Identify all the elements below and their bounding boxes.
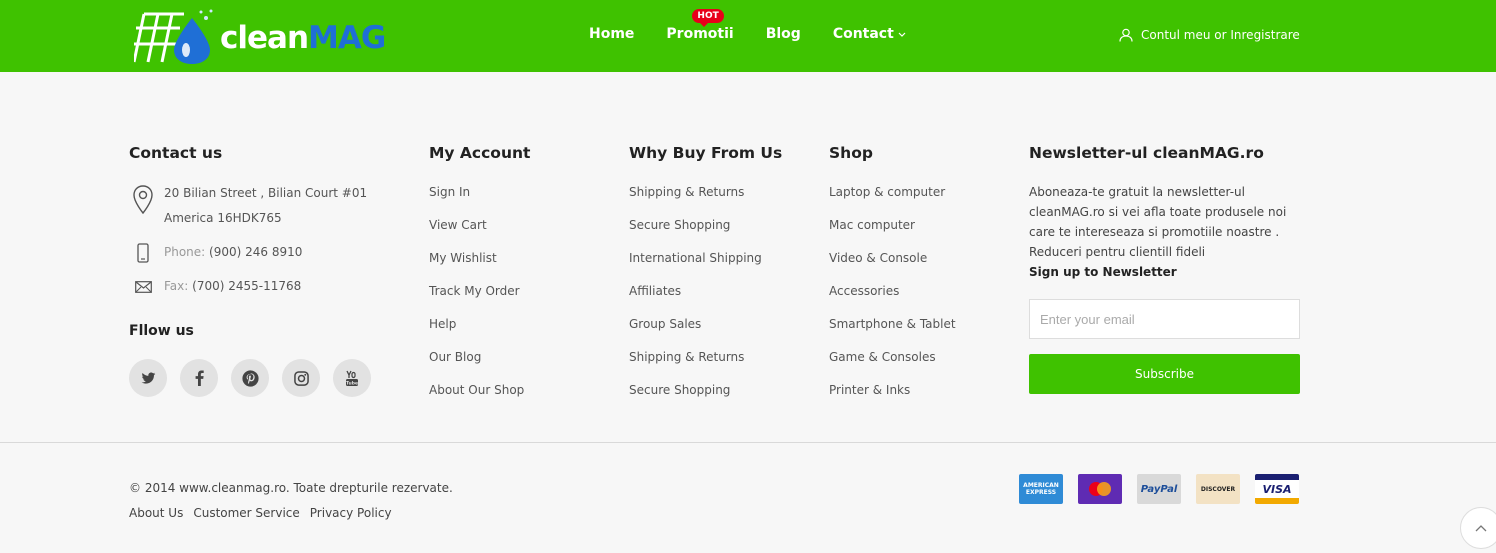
why-buy-links: Shipping & Returns Secure Shopping Inter… — [629, 185, 782, 416]
phone-number: (900) 246 8910 — [209, 245, 303, 259]
amex-line2: EXPRESS — [1025, 489, 1057, 496]
my-account-links: Sign In View Cart My Wishlist Track My O… — [429, 185, 530, 416]
link-mac-computer[interactable]: Mac computer — [829, 218, 956, 251]
newsletter-description: Aboneaza-te gratuit la newsletter-ul cle… — [1029, 182, 1301, 282]
nav-blog-label: Blog — [765, 26, 801, 42]
link-view-cart[interactable]: View Cart — [429, 218, 530, 251]
envelope-icon — [129, 274, 164, 293]
link-printer-inks[interactable]: Printer & Inks — [829, 383, 956, 416]
paypal-icon: PayPal — [1137, 474, 1181, 504]
nav-contact-label: Contact — [832, 26, 894, 42]
my-account-title: My Account — [429, 144, 531, 162]
paypal-label: PayPal — [1140, 483, 1178, 495]
chevron-up-icon — [1475, 525, 1487, 532]
mastercard-icon — [1078, 474, 1122, 504]
link-international-shipping[interactable]: International Shipping — [629, 251, 782, 284]
link-laptop-computer[interactable]: Laptop & computer — [829, 185, 956, 218]
newsletter-column: Newsletter-ul cleanMAG.ro Aboneaza-te gr… — [1029, 144, 1301, 282]
fax-label: Fax: — [164, 279, 189, 293]
fax-row: Fax: (700) 2455-11768 — [129, 274, 374, 299]
link-accessories[interactable]: Accessories — [829, 284, 956, 317]
social-links: Tube — [129, 359, 384, 397]
account-label: Contul meu or Inregistrare — [1141, 28, 1300, 42]
link-customer-service[interactable]: Customer Service — [193, 506, 299, 520]
link-smartphone-tablet[interactable]: Smartphone & Tablet — [829, 317, 956, 350]
payment-methods: AMERICAN EXPRESS PayPal DISCOVER VISA — [1019, 474, 1299, 504]
link-about-us[interactable]: About Us — [129, 506, 183, 520]
chevron-down-icon — [898, 26, 906, 42]
twitter-icon[interactable] — [129, 359, 167, 397]
link-sign-in[interactable]: Sign In — [429, 185, 530, 218]
link-shipping-returns-2[interactable]: Shipping & Returns — [629, 350, 782, 383]
facebook-icon[interactable] — [180, 359, 218, 397]
newsletter-title: Newsletter-ul cleanMAG.ro — [1029, 144, 1264, 162]
link-secure-shopping-2[interactable]: Secure Shopping — [629, 383, 782, 416]
discover-label: DISCOVER — [1200, 485, 1236, 493]
shop-links: Laptop & computer Mac computer Video & C… — [829, 185, 956, 416]
instagram-icon[interactable] — [282, 359, 320, 397]
hot-badge: HOT — [692, 9, 724, 27]
amex-line1: AMERICAN — [1023, 482, 1059, 489]
address-row: 20 Bilian Street , Bilian Court #01 Amer… — [129, 181, 374, 231]
map-pin-icon — [129, 181, 164, 215]
newsletter-signup-label: Sign up to Newsletter — [1029, 265, 1177, 279]
pinterest-icon[interactable] — [231, 359, 269, 397]
link-about-shop[interactable]: About Our Shop — [429, 383, 530, 416]
my-account-column: My Account Sign In View Cart My Wishlist… — [429, 144, 530, 416]
link-video-console[interactable]: Video & Console — [829, 251, 956, 284]
contact-title: Contact us — [129, 144, 223, 162]
youtube-icon[interactable]: Tube — [333, 359, 371, 397]
visa-label: VISA — [1262, 482, 1292, 496]
logo-mark-icon — [134, 9, 213, 64]
discover-card-icon: DISCOVER — [1196, 474, 1240, 504]
scroll-to-top-button[interactable] — [1460, 507, 1496, 549]
why-buy-title: Why Buy From Us — [629, 144, 783, 162]
phone-row: Phone: (900) 246 8910 — [129, 240, 374, 265]
follow-title: Fllow us — [129, 323, 194, 339]
link-our-blog[interactable]: Our Blog — [429, 350, 530, 383]
shop-title: Shop — [829, 144, 873, 162]
link-affiliates[interactable]: Affiliates — [629, 284, 782, 317]
fax-number: (700) 2455-11768 — [192, 279, 302, 293]
footer-divider — [0, 442, 1496, 443]
address-text: 20 Bilian Street , Bilian Court #01 Amer… — [164, 186, 368, 225]
link-secure-shopping[interactable]: Secure Shopping — [629, 218, 782, 251]
link-privacy-policy[interactable]: Privacy Policy — [310, 506, 392, 520]
shop-column: Shop Laptop & computer Mac computer Vide… — [829, 144, 956, 416]
account-link[interactable]: Contul meu or Inregistrare — [1119, 28, 1300, 42]
nav-contact[interactable]: Contact — [833, 26, 906, 42]
phone-label: Phone: — [164, 245, 206, 259]
newsletter-text: Aboneaza-te gratuit la newsletter-ul cle… — [1029, 185, 1287, 259]
link-my-wishlist[interactable]: My Wishlist — [429, 251, 530, 284]
why-buy-column: Why Buy From Us Shipping & Returns Secur… — [629, 144, 782, 416]
amex-card-icon: AMERICAN EXPRESS — [1019, 474, 1063, 504]
link-shipping-returns[interactable]: Shipping & Returns — [629, 185, 782, 218]
mobile-phone-icon — [129, 240, 164, 263]
contact-column: Contact us 20 Bilian Street , Bilian Cou… — [129, 144, 374, 299]
copyright-text: © 2014 www.cleanmag.ro. Toate drepturile… — [129, 481, 453, 495]
visa-card-icon: VISA — [1255, 474, 1299, 504]
link-help[interactable]: Help — [429, 317, 530, 350]
main-nav: Home HOT Promotii Blog Contact — [589, 9, 938, 42]
link-game-consoles[interactable]: Game & Consoles — [829, 350, 956, 383]
user-icon — [1119, 28, 1133, 42]
subscribe-button[interactable]: Subscribe — [1029, 354, 1300, 394]
header-bar: cleanMAG Home HOT Promotii Blog Contact … — [0, 0, 1496, 72]
link-group-sales[interactable]: Group Sales — [629, 317, 782, 350]
nav-promotii-label: Promotii — [666, 26, 734, 42]
logo[interactable]: cleanMAG — [134, 6, 386, 64]
newsletter-email-input[interactable] — [1029, 299, 1300, 339]
link-track-order[interactable]: Track My Order — [429, 284, 530, 317]
nav-blog[interactable]: Blog — [766, 26, 801, 42]
nav-home-label: Home — [589, 26, 635, 42]
svg-text:Tube: Tube — [346, 380, 358, 386]
bottom-links: About Us Customer Service Privacy Policy — [129, 506, 402, 520]
nav-promotii[interactable]: HOT Promotii — [666, 9, 734, 42]
logo-text: cleanMAG — [220, 20, 386, 56]
nav-home[interactable]: Home — [589, 26, 634, 42]
